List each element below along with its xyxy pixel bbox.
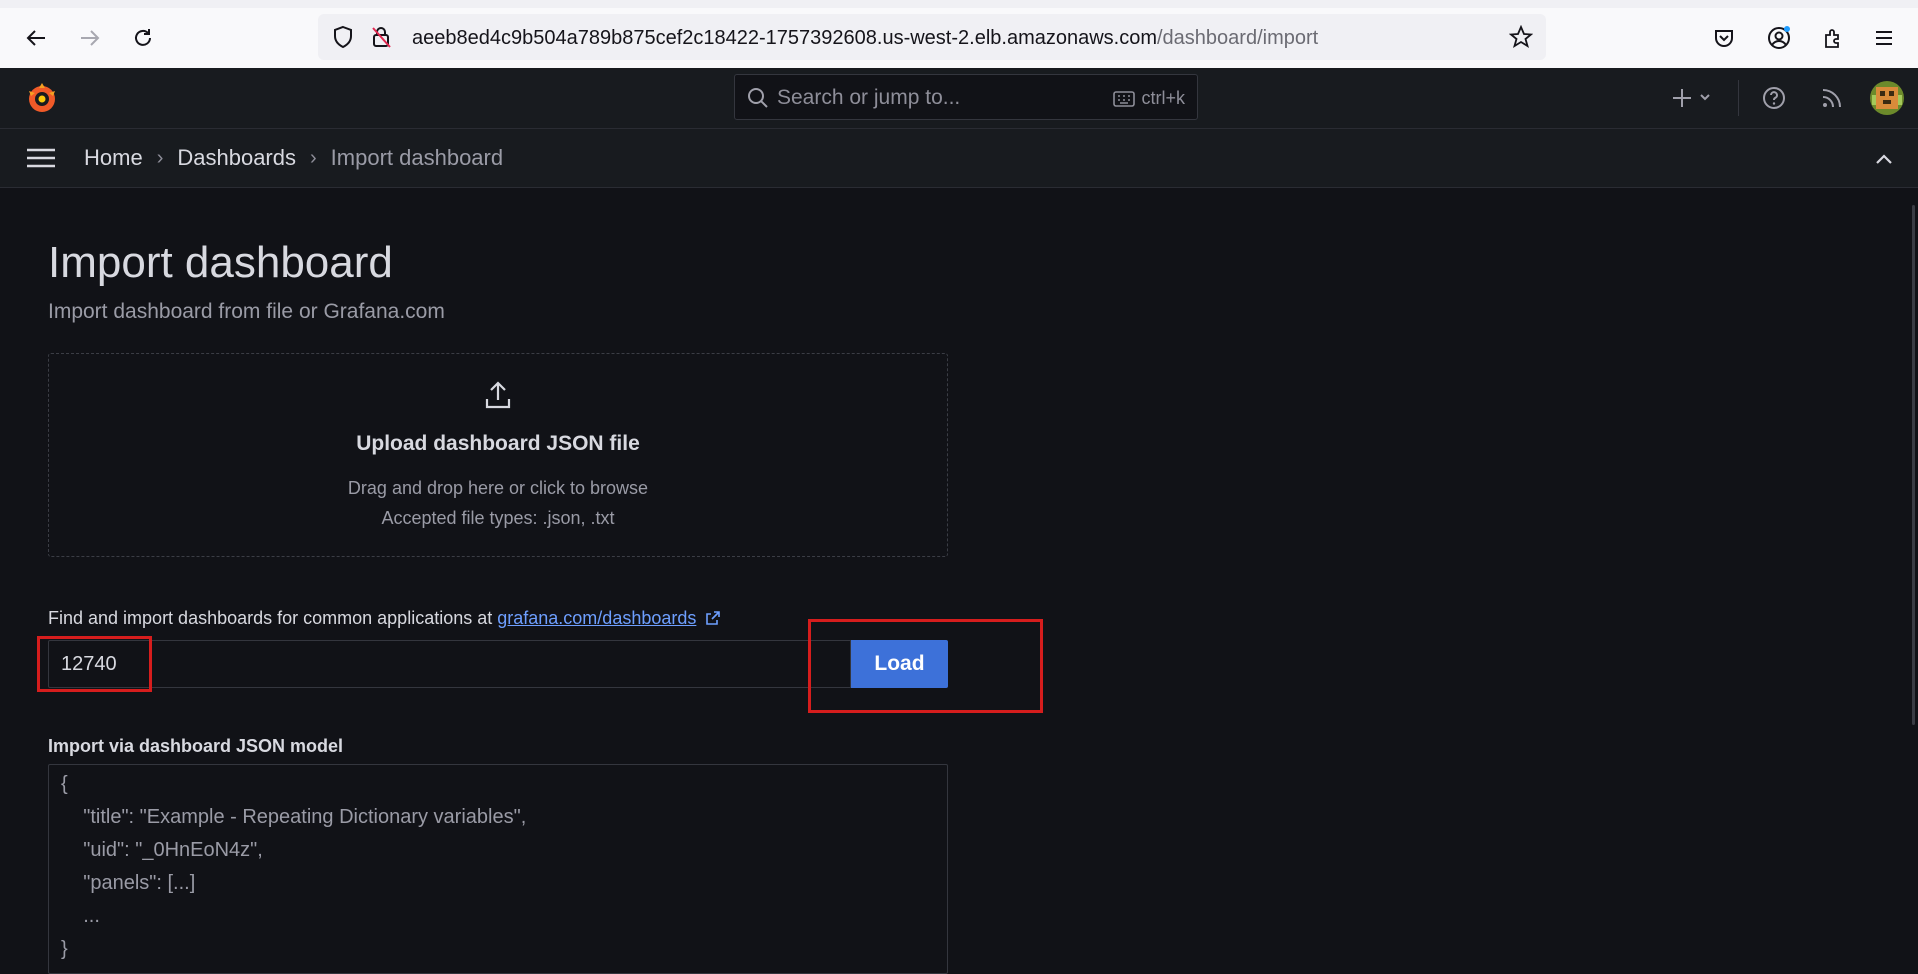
grafana-logo-icon[interactable] <box>24 80 60 116</box>
grafana-com-label-text: Find and import dashboards for common ap… <box>48 608 493 628</box>
search-placeholder: Search or jump to... <box>777 86 961 109</box>
json-model-label: Import via dashboard JSON model <box>48 736 344 756</box>
json-line: "uid": "_0HnEoN4z", <box>61 839 263 861</box>
scrollbar[interactable] <box>1912 205 1915 725</box>
page-subtitle: Import dashboard from file or Grafana.co… <box>48 300 445 323</box>
plus-icon <box>1673 89 1710 107</box>
shield-icon[interactable] <box>330 24 356 50</box>
topbar-divider <box>1738 80 1739 116</box>
bookmark-star-icon[interactable] <box>1508 24 1534 50</box>
insecure-lock-icon[interactable] <box>368 24 394 50</box>
breadcrumb-home[interactable]: Home <box>84 145 143 171</box>
json-model-textarea[interactable]: { "title": "Example - Repeating Dictiona… <box>48 764 948 974</box>
chevron-right-icon: › <box>156 146 164 169</box>
breadcrumb-current: Import dashboard <box>330 145 504 170</box>
json-line: { <box>61 773 68 795</box>
upload-icon <box>484 379 512 411</box>
page-title: Import dashboard <box>48 238 393 287</box>
json-line: "title": "Example - Repeating Dictionary… <box>61 806 527 828</box>
reload-icon[interactable] <box>130 25 156 51</box>
news-rss-icon[interactable] <box>1818 84 1846 112</box>
grafana-com-label: Find and import dashboards for common ap… <box>48 608 721 629</box>
url-text[interactable]: aeeb8ed4c9b504a789b875cef2c18422-1757392… <box>412 27 1318 50</box>
json-line: ... <box>61 905 100 927</box>
breadcrumb-bar: Home › Dashboards › Import dashboard <box>0 129 1918 188</box>
browser-toolbar: aeeb8ed4c9b504a789b875cef2c18422-1757392… <box>0 8 1918 69</box>
upload-accepted-types: Accepted file types: .json, .txt <box>381 508 615 528</box>
back-arrow-icon[interactable] <box>23 25 49 51</box>
json-line: } <box>61 938 68 960</box>
highlight-box-input <box>37 636 152 692</box>
url-bar[interactable]: aeeb8ed4c9b504a789b875cef2c18422-1757392… <box>318 14 1546 60</box>
breadcrumb: Home › Dashboards › Import dashboard <box>84 145 503 171</box>
browser-menu-icon[interactable] <box>1871 25 1897 51</box>
menu-toggle-icon[interactable] <box>24 144 58 172</box>
external-link-icon <box>706 611 721 625</box>
pocket-icon[interactable] <box>1711 25 1737 51</box>
search-input[interactable]: Search or jump to... ctrl+k <box>734 74 1198 120</box>
dashboard-id-input[interactable] <box>48 640 851 688</box>
main-content: Import dashboard Import dashboard from f… <box>0 188 1918 974</box>
help-icon[interactable] <box>1760 84 1788 112</box>
upload-hint: Drag and drop here or click to browse <box>347 478 649 498</box>
keyboard-icon <box>1113 90 1136 107</box>
collapse-chevron-up-icon[interactable] <box>1872 147 1896 171</box>
account-icon[interactable] <box>1766 25 1792 51</box>
url-path: /dashboard/import <box>1157 27 1319 49</box>
browser-titlebar <box>0 0 1918 8</box>
json-line: "panels": [...] <box>61 872 196 894</box>
chevron-right-icon: › <box>310 146 317 169</box>
grafana-topbar: Search or jump to... ctrl+k <box>0 68 1918 129</box>
user-avatar[interactable] <box>1870 81 1904 115</box>
new-menu-button[interactable] <box>1668 84 1716 112</box>
forward-arrow-icon[interactable] <box>77 25 103 51</box>
search-icon <box>747 87 769 109</box>
search-shortcut: ctrl+k <box>1113 88 1185 109</box>
extensions-icon[interactable] <box>1820 25 1846 51</box>
search-shortcut-label: ctrl+k <box>1141 88 1185 108</box>
highlight-box-load <box>808 619 1043 713</box>
grafana-com-link[interactable]: grafana.com/dashboards <box>497 608 696 628</box>
upload-title: Upload dashboard JSON file <box>356 432 640 455</box>
breadcrumb-dashboards[interactable]: Dashboards <box>177 145 296 171</box>
url-host: aeeb8ed4c9b504a789b875cef2c18422-1757392… <box>412 27 1157 49</box>
